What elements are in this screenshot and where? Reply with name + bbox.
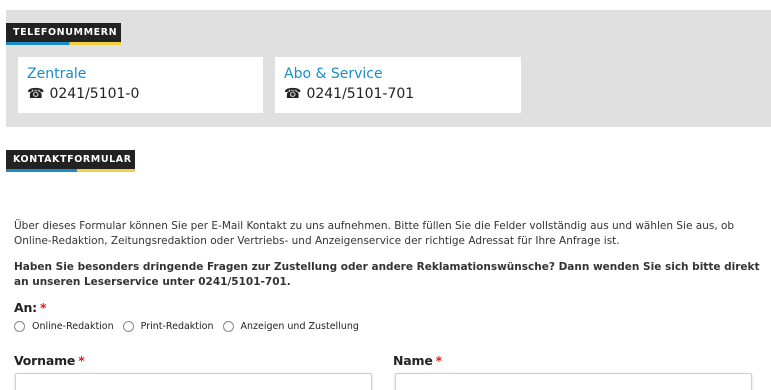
- phone-card-number-row: ☎ 0241/5101-0: [27, 84, 254, 104]
- lastname-label-text: Name: [393, 353, 433, 368]
- lastname-input[interactable]: [395, 373, 752, 390]
- firstname-input[interactable]: [15, 373, 372, 390]
- radio-print-redaktion[interactable]: Print-Redaktion: [122, 321, 214, 332]
- firstname-label: Vorname *: [14, 353, 85, 368]
- contact-intro-text: Über dieses Formular können Sie per E-Ma…: [14, 220, 735, 247]
- phone-card-title-link[interactable]: Abo & Service: [284, 64, 512, 84]
- phone-number[interactable]: 0241/5101-0: [49, 84, 139, 104]
- radio-button[interactable]: [222, 321, 234, 332]
- radio-label[interactable]: Anzeigen und Zustellung: [241, 321, 359, 332]
- recipient-label: An: *: [14, 300, 47, 315]
- firstname-label-text: Vorname: [14, 353, 76, 368]
- section-heading-label: KONTAKTFORMULAR: [13, 154, 132, 165]
- radio-online-redaktion[interactable]: Online-Redaktion: [14, 321, 114, 332]
- recipient-radio-group: Online-Redaktion Print-Redaktion Anzeige…: [14, 321, 368, 332]
- radio-label[interactable]: Print-Redaktion: [141, 321, 214, 332]
- recipient-label-text: An:: [14, 300, 37, 315]
- phone-numbers-section: TELEFONUMMERN Zentrale ☎ 0241/5101-0 Abo…: [6, 10, 771, 127]
- phone-icon: ☎: [284, 86, 302, 102]
- lastname-label: Name *: [393, 353, 442, 368]
- section-heading-contact: KONTAKTFORMULAR: [6, 150, 135, 172]
- required-marker: *: [435, 353, 443, 368]
- phone-icon: ☎: [27, 86, 45, 102]
- radio-label[interactable]: Online-Redaktion: [32, 321, 114, 332]
- radio-anzeigen-zustellung[interactable]: Anzeigen und Zustellung: [222, 321, 359, 332]
- heading-color-stripe: [6, 169, 135, 172]
- phone-number[interactable]: 0241/5101-701: [306, 84, 414, 104]
- phone-card-zentrale: Zentrale ☎ 0241/5101-0: [18, 57, 263, 113]
- required-marker: *: [78, 353, 85, 368]
- section-heading-phone: TELEFONUMMERN: [6, 23, 121, 45]
- radio-button[interactable]: [14, 321, 25, 332]
- phone-card-title-link[interactable]: Zentrale: [27, 64, 254, 84]
- contact-urgent-notice: Haben Sie besonders dringende Fragen zur…: [14, 261, 760, 288]
- section-heading-label: TELEFONUMMERN: [13, 27, 118, 38]
- phone-card-abo-service: Abo & Service ☎ 0241/5101-701: [275, 57, 521, 113]
- required-marker: *: [39, 300, 47, 315]
- phone-card-number-row: ☎ 0241/5101-701: [284, 84, 512, 104]
- heading-color-stripe: [6, 42, 121, 45]
- radio-button[interactable]: [122, 321, 134, 332]
